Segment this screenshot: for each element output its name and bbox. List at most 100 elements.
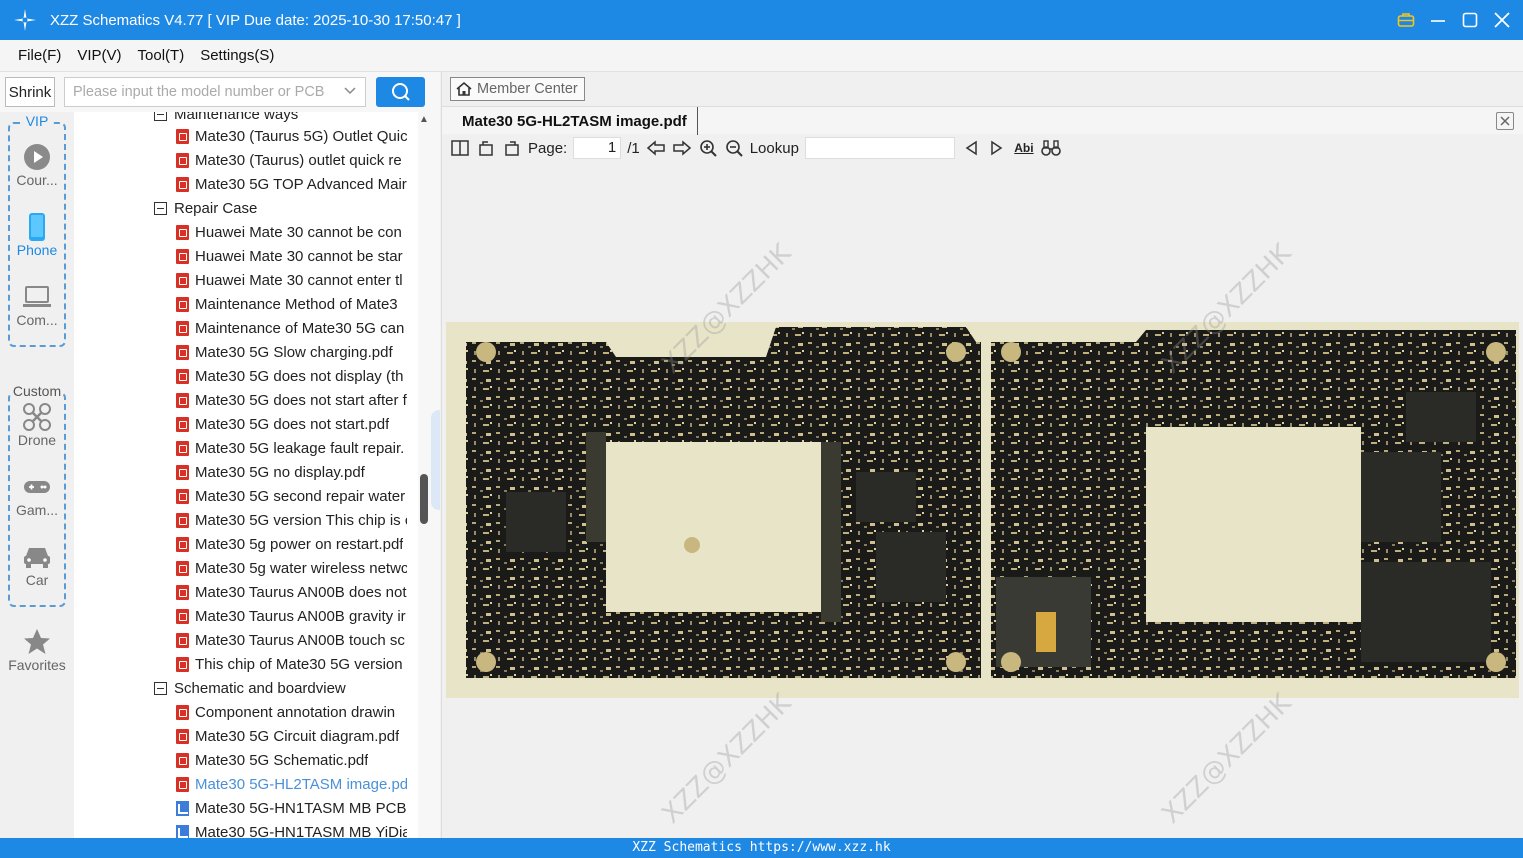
lookup-input[interactable] <box>804 137 955 159</box>
chevron-down-icon[interactable] <box>343 84 357 102</box>
category-computer[interactable]: Com... <box>0 282 74 328</box>
collapse-icon[interactable] <box>154 112 167 121</box>
tree-item[interactable]: Mate30 5G version This chip is c <box>74 508 408 532</box>
menu-vip[interactable]: VIP(V) <box>69 47 129 64</box>
tree-item[interactable]: Component annotation drawin <box>74 700 408 724</box>
pdf-icon <box>176 344 189 360</box>
pdf-icon <box>176 272 189 288</box>
shrink-button[interactable]: Shrink <box>5 77 55 107</box>
close-tab-icon[interactable] <box>1496 112 1514 130</box>
page-number-input[interactable]: 1 <box>573 137 622 159</box>
category-label: Gam... <box>15 502 58 518</box>
match-case-icon[interactable]: Abi <box>1013 138 1035 158</box>
tree-item[interactable]: Mate30 (Taurus) outlet quick re <box>74 148 408 172</box>
tree-item[interactable]: Huawei Mate 30 cannot enter tl <box>74 268 408 292</box>
close-button[interactable] <box>1493 11 1511 29</box>
tree-item[interactable]: Mate30 5G-HN1TASM MB PCB <box>74 796 408 820</box>
tree-item[interactable]: Mate30 Taurus AN00B does not <box>74 580 408 604</box>
member-center-button[interactable]: Member Center <box>450 77 585 101</box>
tree-scrollbar[interactable]: ▲ <box>418 112 430 838</box>
category-car[interactable]: Car <box>0 542 74 588</box>
category-game[interactable]: Gam... <box>0 472 74 518</box>
tree-item[interactable]: Mate30 5G does not start.pdf <box>74 412 408 436</box>
tree-item[interactable]: Mate30 5g water wireless netwc <box>74 556 408 580</box>
tree-item[interactable]: Maintenance Method of Mate3 <box>74 292 408 316</box>
maximize-button[interactable] <box>1461 11 1479 29</box>
tree-item[interactable]: Mate30 5G second repair water <box>74 484 408 508</box>
category-favorites[interactable]: Favorites <box>0 627 74 673</box>
pdf-icon <box>176 776 189 792</box>
tree-item[interactable]: Mate30 (Taurus 5G) Outlet Quic <box>74 124 408 148</box>
prev-page-icon[interactable] <box>646 138 666 158</box>
home-icon <box>456 81 472 96</box>
search-next-icon[interactable] <box>987 138 1007 158</box>
search-icon <box>391 83 410 101</box>
category-label: Phone <box>16 242 58 258</box>
category-bar: VIP Cour... Phone Com... Custom Drone Ga… <box>0 112 74 838</box>
pdf-icon <box>176 224 189 240</box>
tree-item[interactable]: Mate30 5G does not display (th <box>74 364 408 388</box>
collapse-icon[interactable] <box>154 201 167 215</box>
custom-group-label: Custom <box>10 383 64 399</box>
pcb-icon <box>176 824 189 838</box>
category-phone[interactable]: Phone <box>0 212 74 258</box>
tree-item-label: Mate30 5G does not start.pdf <box>195 415 390 433</box>
laptop-icon <box>0 282 74 312</box>
tree-folder-schematic[interactable]: Schematic and boardview <box>74 676 408 700</box>
scroll-up-icon[interactable]: ▲ <box>419 114 429 125</box>
sidebar-toggle-icon[interactable] <box>450 138 470 158</box>
menu-tool[interactable]: Tool(T) <box>130 47 193 64</box>
document-area[interactable]: XZZ@XZZHK XZZ@XZZHK XZZ@XZZHK XZZ@XZZHK <box>442 164 1523 838</box>
tree-item[interactable]: Mate30 5G leakage fault repair. <box>74 436 408 460</box>
tree-item[interactable]: Mate30 5G TOP Advanced Mair <box>74 172 408 196</box>
left-panel: Shrink Please input the model number or … <box>0 72 440 838</box>
menu-file[interactable]: File(F) <box>10 47 69 64</box>
zoom-out-icon[interactable] <box>724 138 744 158</box>
tree-folder-repair-case[interactable]: Repair Case <box>74 196 408 220</box>
tree-item[interactable]: Mate30 5G Slow charging.pdf <box>74 340 408 364</box>
lookup-label: Lookup <box>749 139 799 157</box>
collapse-icon[interactable] <box>154 681 167 695</box>
pdf-icon <box>176 560 189 576</box>
category-drone[interactable]: Drone <box>0 402 74 448</box>
tree-item[interactable]: Huawei Mate 30 cannot be con <box>74 220 408 244</box>
rotate-left-icon[interactable] <box>476 138 496 158</box>
tree-item[interactable]: Mate30 5G-HN1TASM MB YiDia <box>74 820 408 838</box>
pdf-icon <box>176 632 189 648</box>
tab-document[interactable]: Mate30 5G-HL2TASM image.pdf <box>452 107 698 135</box>
tree-item[interactable]: Huawei Mate 30 cannot be star <box>74 244 408 268</box>
search-button[interactable] <box>376 77 425 107</box>
tree-item-selected[interactable]: Mate30 5G-HL2TASM image.pd <box>74 772 408 796</box>
watermark-text: XZZ@XZZHK <box>656 688 798 830</box>
tree-item[interactable]: Mate30 5G does not start after f <box>74 388 408 412</box>
search-prev-icon[interactable] <box>961 138 981 158</box>
tree-item[interactable]: This chip of Mate30 5G version <box>74 652 408 676</box>
binoculars-icon[interactable] <box>1041 138 1061 158</box>
tree-item[interactable]: Mate30 5g power on restart.pdf <box>74 532 408 556</box>
tree-item[interactable]: Mate30 5G no display.pdf <box>74 460 408 484</box>
title-bar: XZZ Schematics V4.77 [ VIP Due date: 202… <box>0 0 1523 40</box>
page-total: /1 <box>627 139 640 157</box>
zoom-in-icon[interactable] <box>698 138 718 158</box>
next-page-icon[interactable] <box>672 138 692 158</box>
gamepad-icon <box>0 472 74 502</box>
tree-folder-label: Repair Case <box>174 199 258 217</box>
category-course[interactable]: Cour... <box>0 142 74 188</box>
pdf-icon <box>176 656 189 672</box>
search-input[interactable]: Please input the model number or PCB <box>64 77 366 107</box>
minimize-button[interactable] <box>1429 11 1447 29</box>
rotate-right-icon[interactable] <box>502 138 522 158</box>
tree-item-label: Huawei Mate 30 cannot enter tl <box>195 271 403 289</box>
tree-item[interactable]: Mate30 5G Schematic.pdf <box>74 748 408 772</box>
tree-item[interactable]: Mate30 Taurus AN00B gravity ir <box>74 604 408 628</box>
scrollbar-thumb[interactable] <box>420 474 428 524</box>
tree-item-label: Mate30 5G-HL2TASM image.pd <box>195 775 407 793</box>
panel-collapse-handle[interactable] <box>431 410 440 510</box>
star-icon <box>0 627 74 657</box>
menu-settings[interactable]: Settings(S) <box>192 47 282 64</box>
tree-item[interactable]: Mate30 Taurus AN00B touch sc <box>74 628 408 652</box>
tree-item[interactable]: Maintenance of Mate30 5G can <box>74 316 408 340</box>
briefcase-icon[interactable] <box>1397 11 1415 29</box>
menu-bar: File(F) VIP(V) Tool(T) Settings(S) <box>0 40 1523 72</box>
tree-item[interactable]: Mate30 5G Circuit diagram.pdf <box>74 724 408 748</box>
